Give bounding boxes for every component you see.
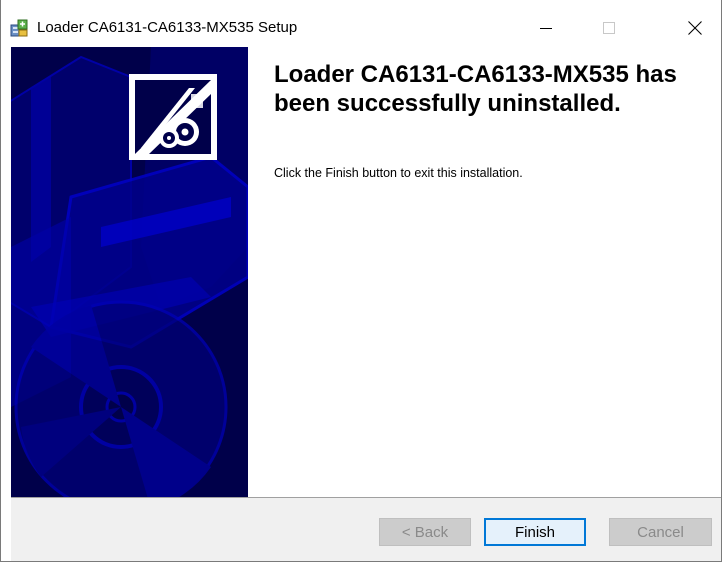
close-button[interactable] [672,12,718,44]
content-panel: Loader CA6131-CA6133-MX535 has been succ… [248,47,721,497]
maximize-icon [603,22,615,34]
cancel-button[interactable]: Cancel [609,518,712,546]
completion-message: Click the Finish button to exit this ins… [274,166,523,180]
close-icon [688,21,702,35]
installer-package-icon [10,19,28,37]
maximize-button[interactable] [586,12,632,44]
back-button[interactable]: < Back [379,518,471,546]
completion-heading: Loader CA6131-CA6133-MX535 has been succ… [274,61,677,117]
minimize-button[interactable] [523,12,569,44]
minimize-icon [540,28,552,29]
setup-window: Loader CA6131-CA6133-MX535 Setup Loader … [0,0,722,562]
finish-button[interactable]: Finish [484,518,586,546]
sidebar-artwork [11,47,248,497]
title-bar[interactable]: Loader CA6131-CA6133-MX535 Setup [1,0,721,47]
setup-logo-icon [129,74,217,160]
wizard-sidebar-banner [11,47,248,497]
window-title: Loader CA6131-CA6133-MX535 Setup [37,19,298,36]
